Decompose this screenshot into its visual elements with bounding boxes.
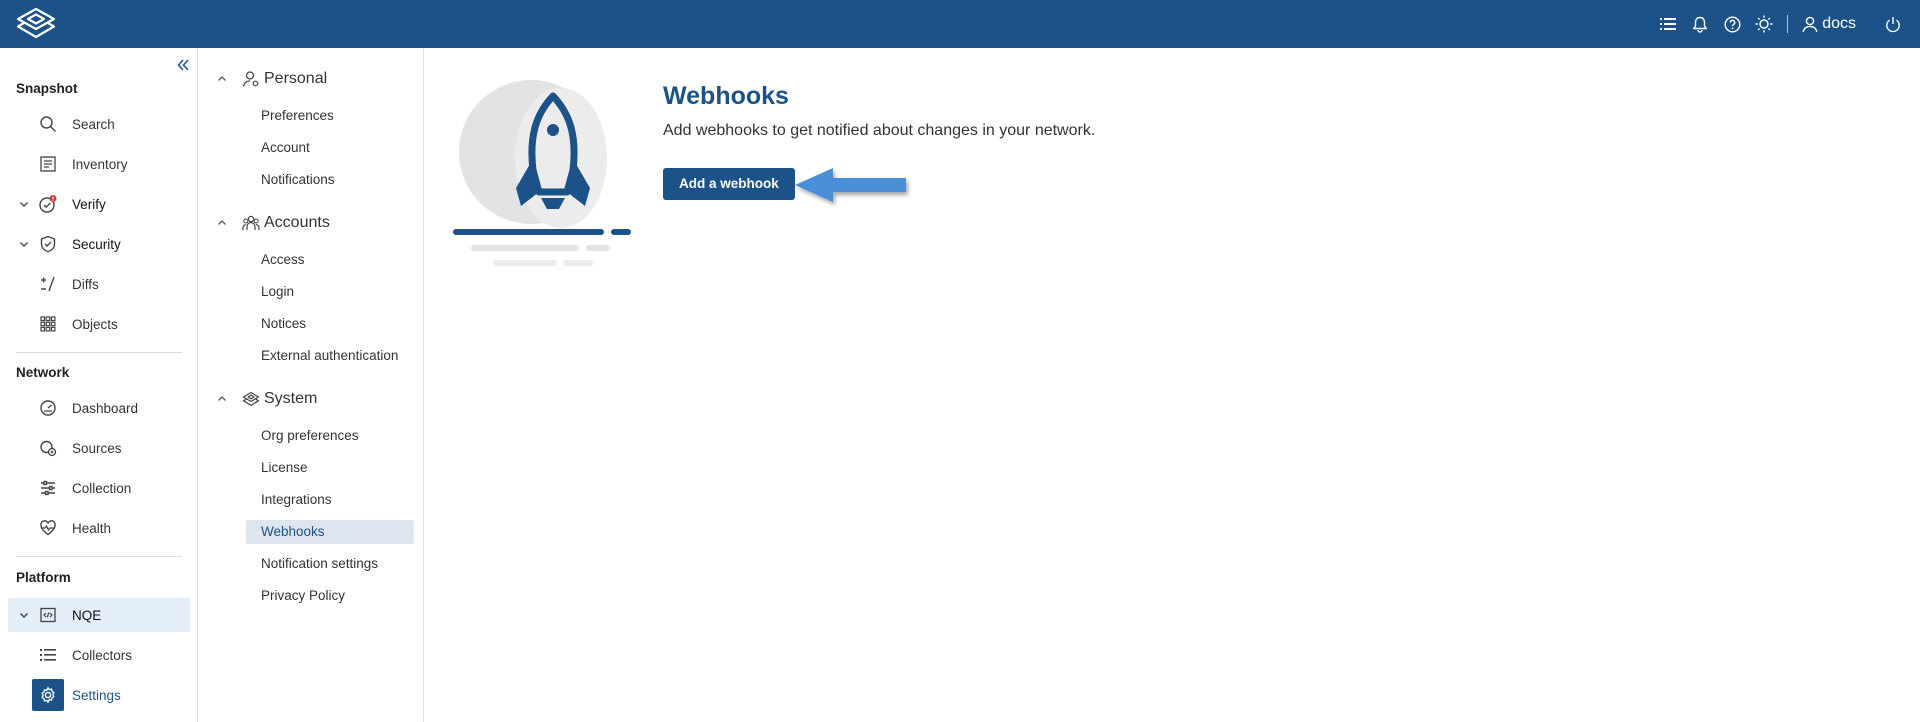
section-divider [16,352,182,353]
system-layers-icon [242,390,260,408]
settings-sidebar: Personal Preferences Account Notificatio… [198,48,424,722]
rocket-illustration-icon [453,80,631,266]
section-divider [16,556,182,557]
nav-label-dashboard: Dashboard [72,400,139,416]
group-label-system: System [264,390,318,407]
top-actions: docs [1659,0,1902,48]
settings-item-access[interactable]: Access [246,248,414,272]
app-logo-icon[interactable] [14,6,58,42]
nav-item-sources[interactable]: Sources [8,431,190,465]
nav-item-diffs[interactable]: Diffs [8,267,190,301]
settings-item-login[interactable]: Login [246,280,414,304]
users-icon [242,214,260,232]
user-settings-icon [242,70,260,88]
chevron-down-icon [20,242,28,247]
sources-icon [38,438,58,458]
nav-item-security[interactable]: Security [8,227,190,261]
group-accounts[interactable]: Accounts [216,212,330,234]
nav-item-verify[interactable]: Verify [8,187,190,221]
section-network: Network [16,365,70,380]
chevron-down-icon [20,202,28,207]
shield-icon [38,234,58,254]
settings-item-external-authentication[interactable]: External authentication [246,344,414,368]
nav-label-nqe: NQE [72,607,102,623]
settings-item-webhooks[interactable]: Webhooks [246,520,414,544]
settings-item-notices[interactable]: Notices [246,312,414,336]
chevron-up-icon [218,396,226,401]
grid-icon [38,314,58,334]
settings-item-org-preferences[interactable]: Org preferences [246,424,414,448]
settings-item-notifications[interactable]: Notifications [246,168,414,192]
arrow-left-icon [795,168,906,202]
settings-item-privacy-policy[interactable]: Privacy Policy [246,584,414,608]
toolbar-separator [1787,15,1789,33]
user-icon [1802,16,1818,32]
nav-label-settings: Settings [72,687,121,703]
add-webhook-button[interactable]: Add a webhook [663,168,795,200]
sliders-icon [38,478,58,498]
nav-item-nqe[interactable]: NQE [8,598,190,632]
section-platform: Platform [16,570,71,585]
settings-item-integrations[interactable]: Integrations [246,488,414,512]
group-label-accounts: Accounts [264,214,330,231]
chevron-up-icon [218,76,226,81]
nav-label-security: Security [72,236,121,252]
nav-item-search[interactable]: Search [8,107,190,141]
nav-item-collection[interactable]: Collection [8,471,190,505]
nav-item-dashboard[interactable]: Dashboard [8,391,190,425]
list-icon[interactable] [1659,15,1677,33]
collapse-sidebar-icon[interactable] [174,56,192,74]
chevron-up-icon [218,220,226,225]
primary-sidebar: Snapshot Search Inventory Verify Securit… [0,48,198,722]
nav-label-health: Health [72,520,112,536]
dashboard-icon [38,398,58,418]
user-name: docs [1822,15,1856,32]
inventory-icon [38,154,58,174]
page-title: Webhooks [663,82,789,110]
nav-label-diffs: Diffs [72,276,99,292]
list-icon [38,645,58,665]
nav-item-objects[interactable]: Objects [8,307,190,341]
nav-label-search: Search [72,116,115,132]
verify-icon [38,194,58,214]
user-menu[interactable]: docs [1802,15,1856,33]
top-bar: docs [0,0,1920,48]
settings-item-preferences[interactable]: Preferences [246,104,414,128]
page-description: Add webhooks to get notified about chang… [663,122,1096,139]
settings-item-account[interactable]: Account [246,136,414,160]
group-personal[interactable]: Personal [216,68,327,90]
nav-label-collectors: Collectors [72,647,133,663]
heart-pulse-icon [38,518,58,538]
bell-icon[interactable] [1691,15,1709,33]
section-snapshot: Snapshot [16,81,78,96]
nav-item-health[interactable]: Health [8,511,190,545]
settings-item-notification-settings[interactable]: Notification settings [246,552,414,576]
help-icon[interactable] [1723,15,1741,33]
nav-label-verify: Verify [72,196,106,212]
search-icon [38,114,58,134]
group-system[interactable]: System [216,388,317,410]
nav-item-collectors[interactable]: Collectors [8,638,190,672]
theme-icon[interactable] [1755,15,1773,33]
nav-label-collection: Collection [72,480,132,496]
settings-item-license[interactable]: License [246,456,414,480]
nav-label-objects: Objects [72,316,118,332]
nav-item-settings[interactable]: Settings [8,678,190,712]
diff-icon [38,274,58,294]
code-file-icon [38,605,58,625]
main-content: Webhooks Add webhooks to get notified ab… [425,48,1920,722]
chevron-down-icon [20,613,28,618]
group-label-personal: Personal [264,70,328,87]
gear-icon [32,679,64,711]
nav-label-inventory: Inventory [72,156,128,172]
nav-label-sources: Sources [72,440,122,456]
nav-item-inventory[interactable]: Inventory [8,147,190,181]
power-icon[interactable] [1884,15,1902,33]
